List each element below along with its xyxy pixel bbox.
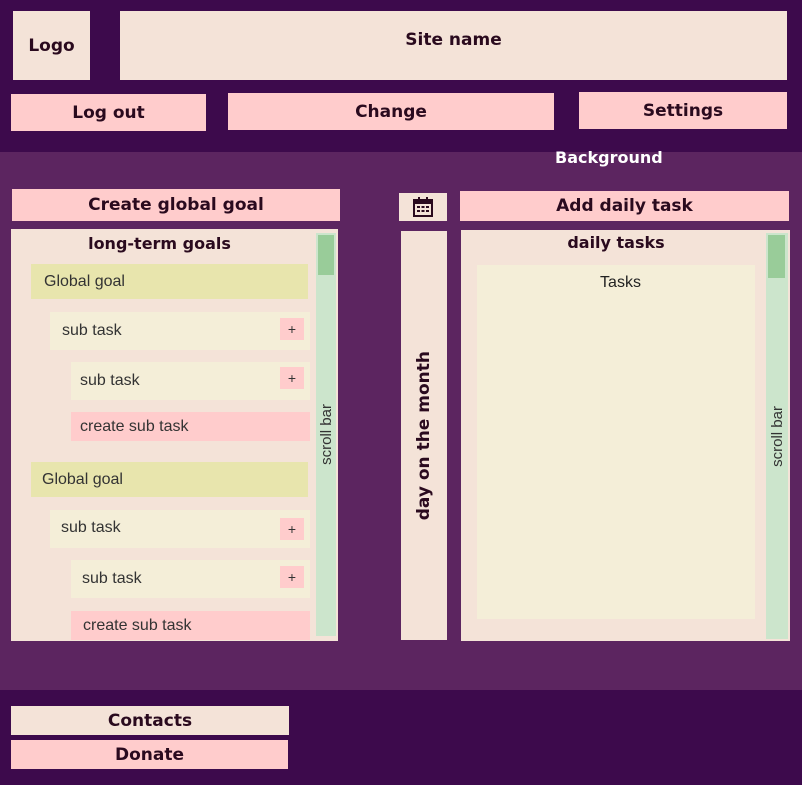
calendar-button[interactable]: [399, 193, 447, 221]
add-daily-task-button[interactable]: Add daily task: [460, 191, 789, 221]
site-name: Site name: [120, 11, 787, 80]
calendar-icon: [413, 197, 433, 217]
donate-button[interactable]: Donate: [11, 740, 288, 769]
add-sub-task-button[interactable]: +: [280, 518, 304, 540]
logout-button[interactable]: Log out: [11, 94, 206, 131]
settings-button[interactable]: Settings: [579, 92, 787, 129]
add-sub-task-button[interactable]: +: [280, 367, 304, 389]
sub-task-item[interactable]: sub task: [50, 510, 310, 548]
contacts-link[interactable]: Contacts: [11, 706, 289, 735]
add-sub-task-button[interactable]: +: [280, 318, 304, 340]
tasks-area[interactable]: [477, 265, 755, 619]
sub-task-item[interactable]: sub task: [71, 560, 310, 598]
long-term-goals-title: long-term goals: [88, 233, 231, 253]
global-goal-item[interactable]: Global goal: [31, 462, 308, 497]
tasks-label: Tasks: [600, 274, 641, 291]
create-sub-task-button[interactable]: create sub task: [71, 611, 310, 640]
footer-bar: [0, 690, 802, 785]
day-of-month-column[interactable]: day on the month: [401, 231, 447, 640]
sub-task-item[interactable]: sub task: [50, 312, 310, 350]
daily-tasks-title: daily tasks: [567, 232, 665, 252]
logo[interactable]: Logo: [13, 11, 90, 80]
change-button[interactable]: Change: [228, 93, 554, 130]
add-sub-task-button[interactable]: +: [280, 566, 304, 588]
global-goal-item[interactable]: Global goal: [31, 264, 308, 299]
create-global-goal-button[interactable]: Create global goal: [12, 189, 340, 221]
goals-scrollbar-label: scroll bar: [317, 404, 335, 465]
create-sub-task-button[interactable]: create sub task: [71, 412, 310, 441]
daily-tasks-scrollbar-label: scroll bar: [768, 405, 786, 467]
background-label: Background: [555, 148, 663, 167]
sub-task-item[interactable]: sub task: [71, 362, 310, 400]
